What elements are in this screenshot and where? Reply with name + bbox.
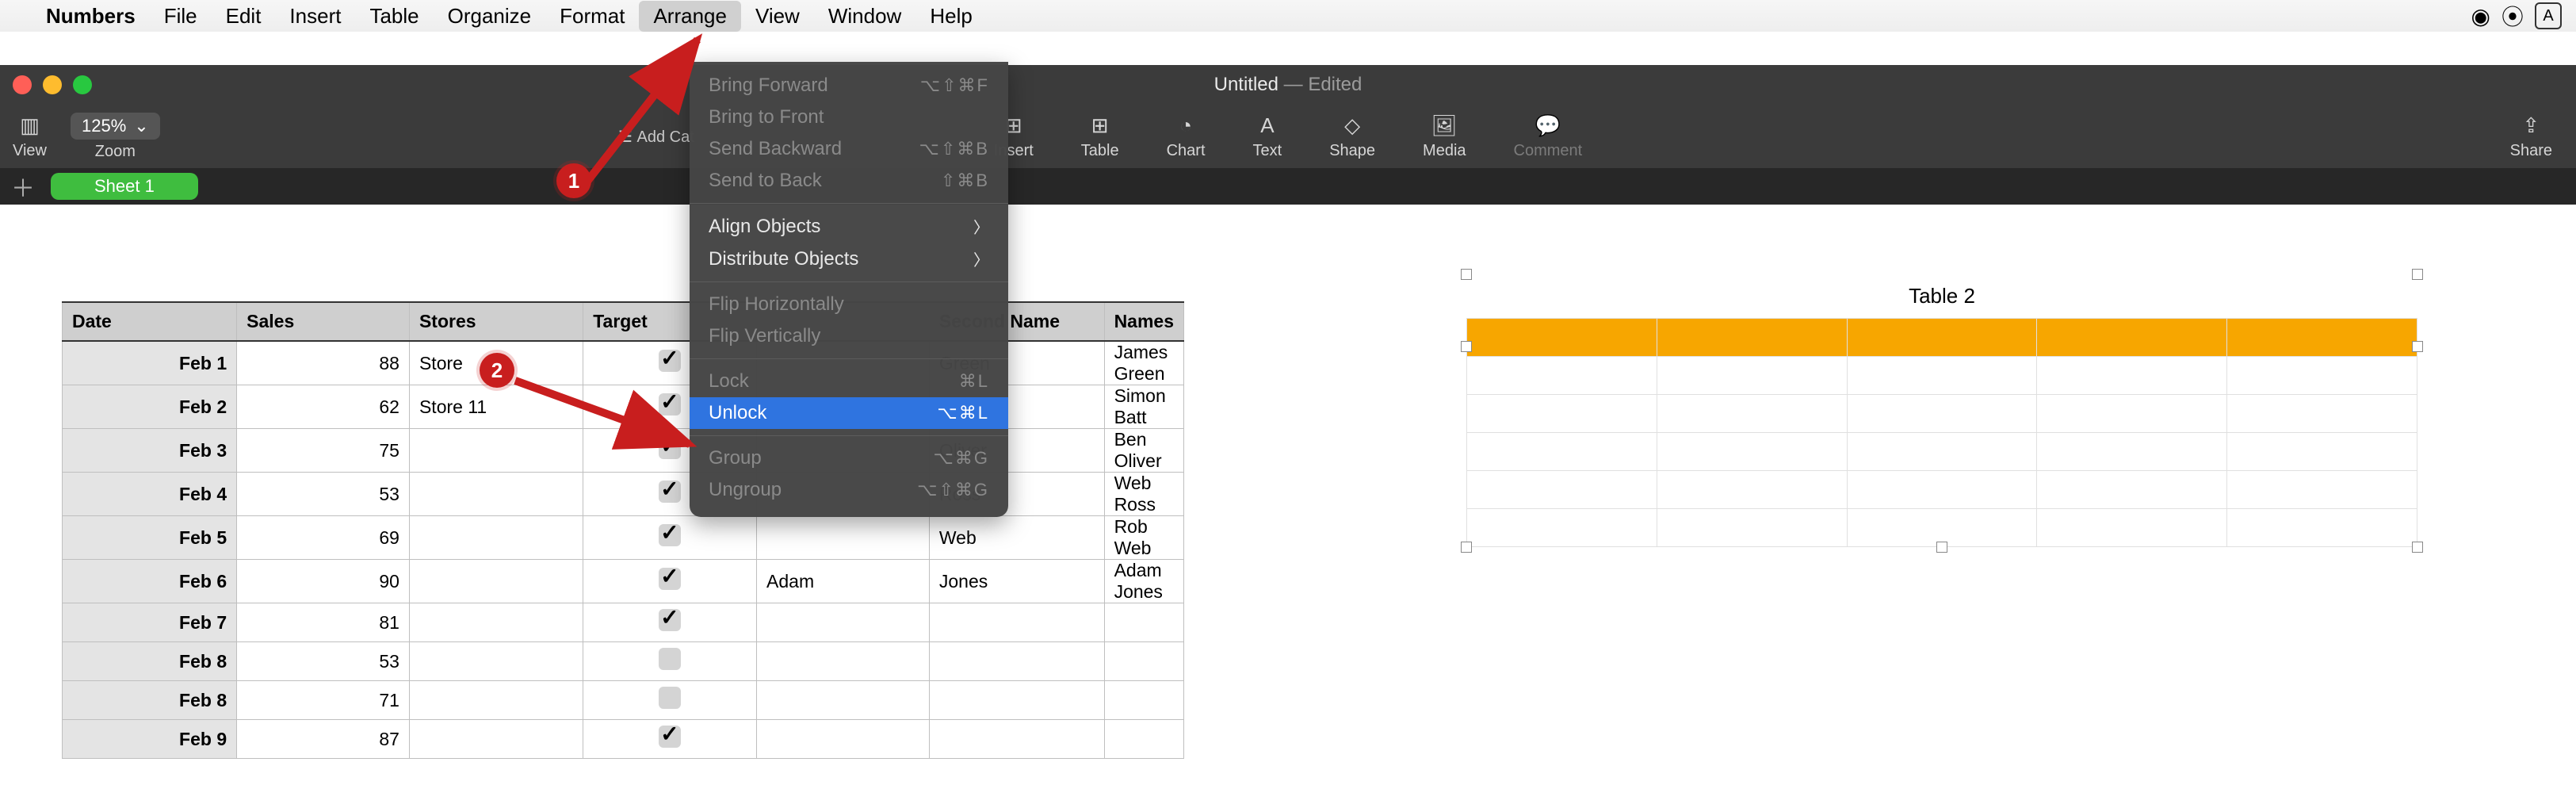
selection-handle-icon[interactable] bbox=[1461, 269, 1472, 280]
selection-handle-icon[interactable] bbox=[1461, 542, 1472, 553]
menu-flip-horizontally: Flip Horizontally bbox=[690, 289, 1008, 320]
add-category-button[interactable]: ☰ Add Cat bbox=[618, 127, 694, 147]
selection-handle-icon[interactable] bbox=[1461, 341, 1472, 352]
table-row[interactable]: Feb 987 bbox=[63, 720, 1184, 759]
menubar-insert[interactable]: Insert bbox=[275, 1, 355, 32]
table-row[interactable] bbox=[1467, 357, 2417, 395]
sheet-bar: ＋ Sheet 1 bbox=[0, 168, 2576, 205]
menu-bring-to-front: Bring to Front bbox=[690, 101, 1008, 133]
menu-lock: Lock⌘L bbox=[690, 366, 1008, 397]
canvas[interactable]: Date Sales Stores Target Second Name Nam… bbox=[0, 205, 2576, 785]
close-icon[interactable] bbox=[13, 75, 32, 94]
table-2-title[interactable]: Table 2 bbox=[1466, 274, 2417, 318]
table-row[interactable]: Feb 690AdamJonesAdam Jones bbox=[63, 560, 1184, 603]
table-row[interactable]: Feb 781 bbox=[63, 603, 1184, 642]
checkbox-icon[interactable] bbox=[659, 524, 681, 546]
menubar-edit[interactable]: Edit bbox=[212, 1, 276, 32]
menu-unlock[interactable]: Unlock⌥⌘L bbox=[690, 397, 1008, 429]
menu-bring-forward: Bring Forward⌥⇧⌘F bbox=[690, 70, 1008, 101]
table-row[interactable]: Feb 569WebRob Web bbox=[63, 516, 1184, 560]
table-icon: ⊞ bbox=[1087, 113, 1113, 139]
table-row[interactable]: Feb 188StoreGreenJames Green bbox=[63, 341, 1184, 385]
share-button[interactable]: ⇪Share bbox=[2510, 113, 2552, 160]
table-row[interactable] bbox=[1467, 433, 2417, 471]
add-sheet-button[interactable]: ＋ bbox=[11, 169, 35, 204]
mac-menubar: Numbers File Edit Insert Table Organize … bbox=[0, 0, 2576, 32]
document-title: Untitled — Edited bbox=[1214, 74, 1363, 96]
menubar-organize[interactable]: Organize bbox=[434, 1, 546, 32]
menu-flip-vertically: Flip Vertically bbox=[690, 320, 1008, 352]
checkbox-icon[interactable] bbox=[659, 726, 681, 748]
menu-distribute-objects[interactable]: Distribute Objects〉 bbox=[690, 243, 1008, 275]
table-header-row[interactable]: Date Sales Stores Target Second Name Nam… bbox=[63, 302, 1184, 341]
checkbox-icon[interactable] bbox=[659, 687, 681, 709]
table-button[interactable]: ⊞Table bbox=[1081, 113, 1119, 160]
menubar-view[interactable]: View bbox=[741, 1, 814, 32]
menu-send-to-back: Send to Back⇧⌘B bbox=[690, 165, 1008, 197]
checkbox-icon[interactable] bbox=[659, 648, 681, 670]
arrange-menu: Bring Forward⌥⇧⌘F Bring to Front Send Ba… bbox=[690, 62, 1008, 517]
checkbox-icon[interactable] bbox=[659, 481, 681, 503]
menu-ungroup: Ungroup⌥⇧⌘G bbox=[690, 474, 1008, 506]
selection-handle-icon[interactable] bbox=[1936, 542, 1947, 553]
menubar-table[interactable]: Table bbox=[355, 1, 433, 32]
table-row[interactable]: Feb 853 bbox=[63, 642, 1184, 681]
selection-handle-icon[interactable] bbox=[2412, 269, 2423, 280]
table-row[interactable]: Feb 375OliverBen Oliver bbox=[63, 429, 1184, 473]
chart-icon: ◔ bbox=[1173, 113, 1198, 139]
menubar-format[interactable]: Format bbox=[545, 1, 639, 32]
shape-button[interactable]: ◇Shape bbox=[1329, 113, 1375, 160]
menubar-window[interactable]: Window bbox=[814, 1, 915, 32]
table-row[interactable]: Feb 871 bbox=[63, 681, 1184, 720]
view-button[interactable]: ▥ View bbox=[13, 113, 47, 160]
selection-handle-icon[interactable] bbox=[2412, 341, 2423, 352]
checkbox-icon[interactable] bbox=[659, 437, 681, 459]
table-row[interactable] bbox=[1467, 471, 2417, 509]
comment-button: 💬Comment bbox=[1514, 113, 1583, 160]
fullscreen-icon[interactable] bbox=[73, 75, 92, 94]
table-row[interactable]: Feb 453RossWeb Ross bbox=[63, 473, 1184, 516]
checkbox-icon[interactable] bbox=[659, 393, 681, 415]
text-icon: A bbox=[1255, 113, 1280, 139]
checkbox-icon[interactable] bbox=[659, 350, 681, 372]
media-button[interactable]: 🖼Media bbox=[1423, 113, 1466, 160]
checkbox-icon[interactable] bbox=[659, 568, 681, 590]
minimize-icon[interactable] bbox=[43, 75, 62, 94]
menubar-appname[interactable]: Numbers bbox=[32, 1, 150, 32]
sidebar-icon: ▥ bbox=[17, 113, 43, 139]
list-icon: ☰ bbox=[618, 128, 633, 146]
annotation-badge-1: 1 bbox=[556, 163, 591, 198]
share-icon: ⇪ bbox=[2518, 113, 2544, 139]
chart-button[interactable]: ◔Chart bbox=[1167, 113, 1206, 160]
chevron-right-icon: 〉 bbox=[973, 247, 989, 270]
table-row[interactable] bbox=[1467, 395, 2417, 433]
comment-icon: 💬 bbox=[1535, 113, 1561, 139]
grammarly-icon[interactable]: ◉ bbox=[2471, 3, 2490, 29]
menu-send-backward: Send Backward⌥⇧⌘B bbox=[690, 133, 1008, 165]
menu-align-objects[interactable]: Align Objects〉 bbox=[690, 210, 1008, 243]
shape-icon: ◇ bbox=[1340, 113, 1365, 139]
toolbar: ▥ View 125%⌄ Zoom ☰ Add Cat ⊞Insert ⊞Tab… bbox=[0, 105, 2576, 168]
table-2[interactable]: Table 2 bbox=[1466, 274, 2417, 547]
table-1[interactable]: Date Sales Stores Target Second Name Nam… bbox=[62, 301, 1184, 759]
menubar-file[interactable]: File bbox=[150, 1, 212, 32]
checkbox-icon[interactable] bbox=[659, 609, 681, 631]
selection-handle-icon[interactable] bbox=[2412, 542, 2423, 553]
menubar-arrange[interactable]: Arrange bbox=[639, 1, 741, 32]
app-window: Untitled — Edited ▥ View 125%⌄ Zoom ☰ Ad… bbox=[0, 65, 2576, 205]
media-icon: 🖼 bbox=[1431, 113, 1457, 139]
sheet-tab-1[interactable]: Sheet 1 bbox=[51, 173, 198, 200]
screenrec-icon[interactable]: ⦿ bbox=[2501, 0, 2524, 32]
menu-group: Group⌥⌘G bbox=[690, 442, 1008, 474]
menubar-help[interactable]: Help bbox=[915, 1, 986, 32]
annotation-badge-2: 2 bbox=[480, 353, 514, 388]
zoom-control[interactable]: 125%⌄ Zoom bbox=[71, 113, 160, 161]
chevron-down-icon: ⌄ bbox=[134, 116, 148, 136]
chevron-right-icon: 〉 bbox=[973, 215, 989, 238]
titlebar: Untitled — Edited bbox=[0, 65, 2576, 105]
table-row[interactable]: Feb 262Store 11BattSimon Batt bbox=[63, 385, 1184, 429]
text-button[interactable]: AText bbox=[1253, 113, 1282, 160]
keyboard-icon[interactable]: A bbox=[2535, 2, 2562, 29]
